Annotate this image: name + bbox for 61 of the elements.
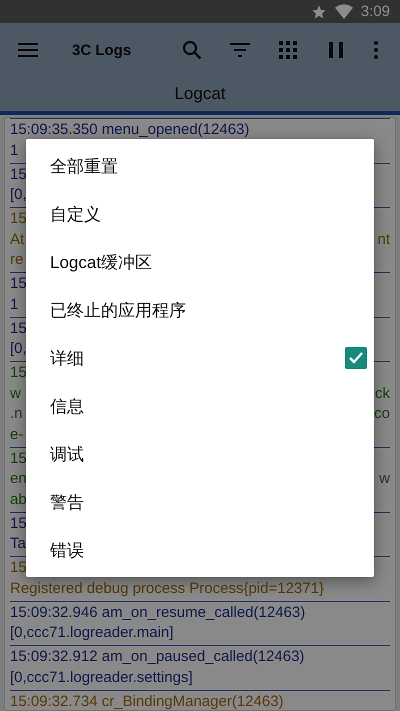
star-icon <box>310 4 327 20</box>
menu-item-label: 已终止的应用程序 <box>50 300 186 322</box>
log-text: 1 <box>10 294 18 314</box>
wifi-icon <box>334 4 353 19</box>
log-text: 15:09:35.350 menu_opened(12463) <box>10 120 250 140</box>
log-text: Registered debug process Process{pid=12371} <box>10 578 324 598</box>
filter-icon <box>230 43 250 57</box>
menu-item-label: 调试 <box>50 444 84 466</box>
menu-item[interactable]: 调试 <box>26 430 374 478</box>
menu-item-label: 警告 <box>50 492 84 514</box>
log-text: 15 <box>10 558 27 578</box>
menu-item-label: 信息 <box>50 396 84 418</box>
log-text: [0, <box>10 339 27 359</box>
log-text: 15 <box>10 274 27 294</box>
log-text: 15:09:32.734 cr_BindingManager(12463) <box>10 692 284 710</box>
log-text: w <box>10 384 21 404</box>
checkbox[interactable] <box>345 347 367 369</box>
menu-item[interactable]: Logcat缓冲区 <box>26 238 374 286</box>
menu-item[interactable]: 警告 <box>26 478 374 526</box>
pause-icon <box>329 42 343 58</box>
log-text: 15:09:32.946 am_on_resume_called(12463) <box>10 602 306 622</box>
menu-item[interactable]: 已终止的应用程序 <box>26 286 374 334</box>
menu-item[interactable]: 信息 <box>26 382 374 430</box>
menu-item-label: 错误 <box>50 540 84 562</box>
log-text: 15 <box>10 448 27 468</box>
log-text: [0,ccc71.logreader.settings] <box>10 668 193 688</box>
log-text: At <box>10 230 24 250</box>
menu-item-label: 详细 <box>50 348 84 370</box>
log-text: .n <box>10 404 23 424</box>
clock-time: 3:09 <box>360 3 390 20</box>
log-text: 1 <box>10 140 18 160</box>
menu-item-label: Logcat缓冲区 <box>50 252 152 274</box>
log-text: 15 <box>10 209 27 229</box>
log-text: re <box>10 250 24 270</box>
log-text: w <box>379 469 390 489</box>
log-text: 15 <box>10 318 27 338</box>
log-text: 15 <box>10 514 27 534</box>
menu-item[interactable]: 全部重置 <box>26 142 374 190</box>
search-icon <box>182 40 202 60</box>
log-text: 15 <box>10 164 27 184</box>
log-text: ab <box>10 490 27 510</box>
log-text: en <box>10 469 27 489</box>
log-text: co <box>374 404 390 424</box>
log-text: ck <box>375 384 390 404</box>
log-text: [0, <box>10 185 27 205</box>
log-text: [0,ccc71.logreader.main] <box>10 623 174 643</box>
menu-icon <box>18 43 38 57</box>
log-text: 15:09:32.912 am_on_paused_called(12463) <box>10 647 304 667</box>
log-text: e- <box>10 424 24 444</box>
menu-item-label: 自定义 <box>50 204 101 226</box>
check-icon <box>349 352 363 364</box>
menu-item-label: 全部重置 <box>50 156 118 178</box>
log-text: nt <box>377 230 390 250</box>
grid-icon <box>279 41 297 59</box>
menu-item[interactable]: 错误 <box>26 526 374 574</box>
menu-item[interactable]: 自定义 <box>26 190 374 238</box>
log-text: 15 <box>10 363 27 383</box>
app-title: 3C Logs <box>72 42 132 58</box>
log-text: Ta <box>10 534 26 554</box>
more-icon <box>374 41 378 59</box>
menu-item[interactable]: 详细 <box>26 334 374 382</box>
